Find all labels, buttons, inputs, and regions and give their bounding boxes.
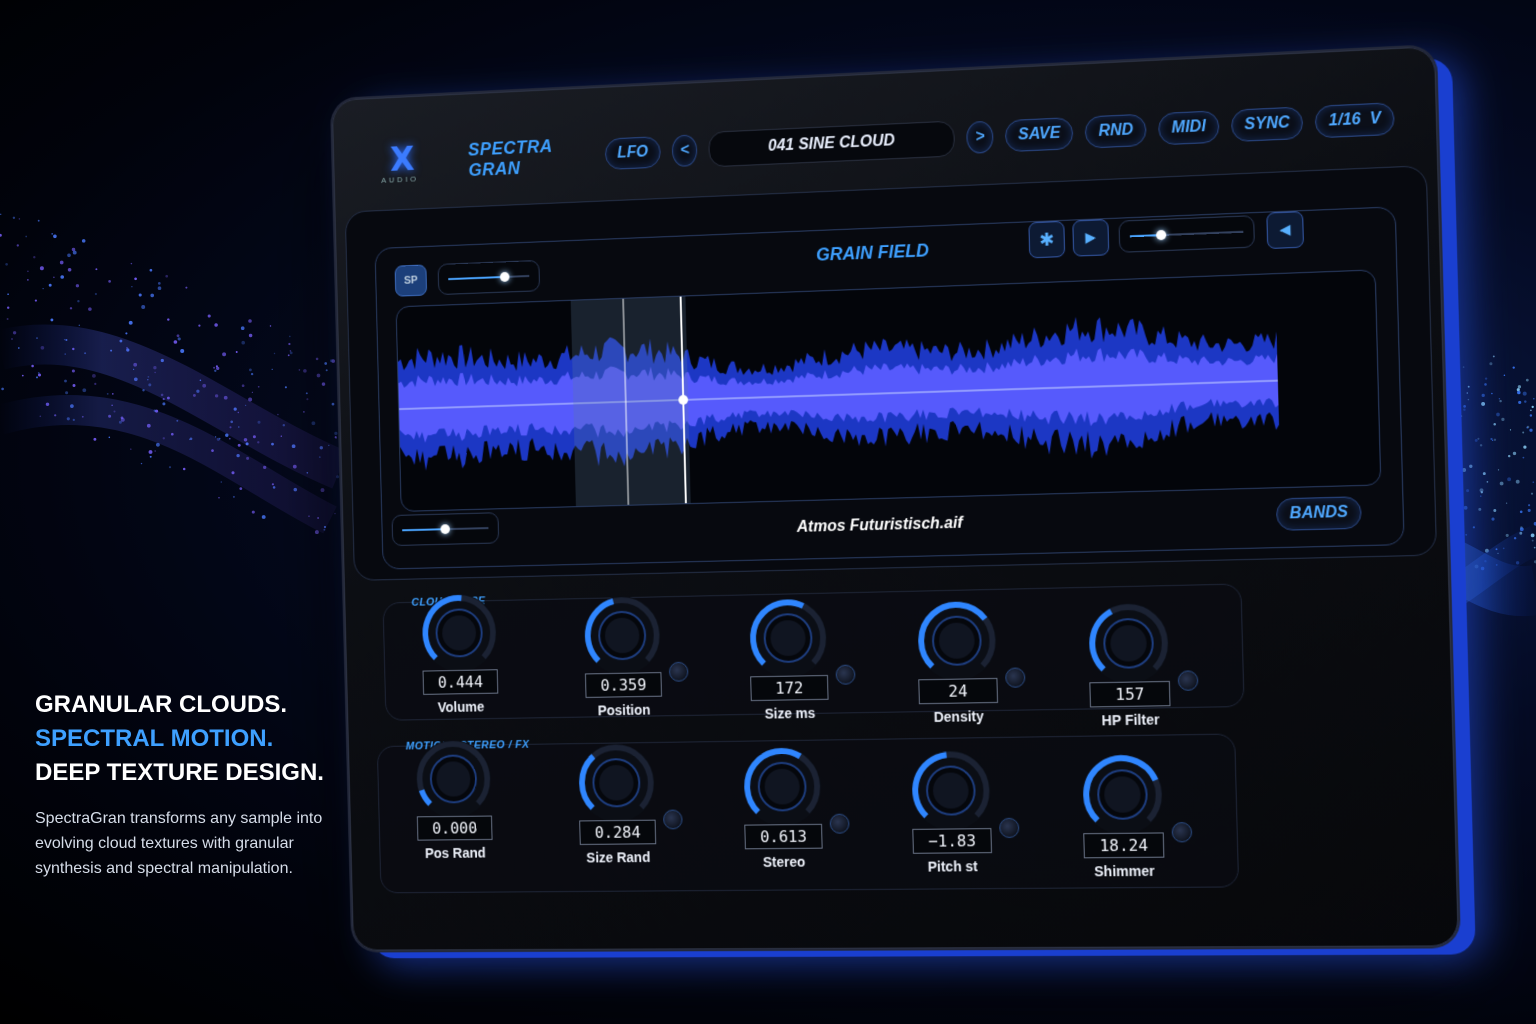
motion-knob-size-rand[interactable]: 0.284 Size Rand (549, 741, 686, 890)
knob-label: Pos Rand (390, 845, 522, 862)
mod-slot-icon[interactable] (835, 665, 855, 685)
mod-slot-icon[interactable] (1172, 822, 1193, 842)
knob-label: Size Rand (551, 849, 685, 866)
knob-label: Stereo (716, 853, 852, 870)
knob-label: Pitch st (884, 858, 1023, 875)
mod-slot-icon[interactable] (663, 810, 683, 830)
tagline: GRANULAR CLOUDS. SPECTRAL MOTION. DEEP T… (35, 688, 324, 790)
grain-field-panel: SP GRAIN FIELD ✱ ▶ ◀ Atmos Futuristisch.… (345, 165, 1437, 581)
motion-knob-stereo[interactable]: 0.613 Stereo (713, 744, 853, 894)
knob-label: HP Filter (1060, 711, 1201, 729)
knob-dial[interactable] (906, 598, 1007, 684)
knob-label: Volume (395, 698, 527, 716)
logo-mark: X (390, 140, 415, 180)
preset-name-display[interactable]: 041 SINE CLOUD (709, 121, 956, 168)
knob-dial[interactable] (738, 595, 837, 680)
cloud_core-knob-hp-filter[interactable]: 157 HP Filter (1057, 600, 1202, 754)
knob-dial[interactable] (406, 737, 502, 820)
knob-value[interactable]: 24 (918, 678, 998, 704)
knob-value[interactable]: 0.000 (417, 816, 493, 841)
cloud_core-knob-position[interactable]: 0.359 Position (554, 593, 691, 743)
rate-value: 1/16 (1329, 111, 1361, 130)
tagline-line-3: DEEP TEXTURE DESIGN. (35, 756, 324, 790)
knob-dial[interactable] (733, 744, 832, 828)
mod-slot-icon[interactable] (1178, 670, 1199, 691)
product-description: SpectraGran transforms any sample into e… (35, 806, 335, 881)
grain-field-inner: SP GRAIN FIELD ✱ ▶ ◀ Atmos Futuristisch.… (375, 206, 1405, 569)
tagline-line-1: GRANULAR CLOUDS. (35, 688, 324, 722)
knob-dial[interactable] (900, 748, 1001, 833)
save-button[interactable]: SAVE (1005, 117, 1074, 152)
cloud_core-knob-volume[interactable]: 0.444 Volume (393, 591, 528, 739)
cloud-core-section: CLOUD CORE 0.444Volume0.359Position172Si… (383, 583, 1245, 720)
mod-slot-icon[interactable] (669, 662, 689, 682)
knob-value[interactable]: 0.359 (585, 672, 662, 698)
knob-label: Density (890, 707, 1029, 725)
logo-sub: AUDIO (381, 174, 419, 184)
midi-button[interactable]: MIDI (1158, 110, 1219, 145)
mod-slot-icon[interactable] (999, 818, 1019, 838)
grain-window[interactable] (571, 296, 691, 506)
knob-label: Position (557, 701, 691, 719)
knob-label: Size ms (722, 704, 858, 722)
knob-value[interactable]: 18.24 (1083, 832, 1164, 858)
knob-value[interactable]: 157 (1089, 681, 1170, 708)
bands-button[interactable]: BANDS (1276, 496, 1362, 531)
knob-value[interactable]: 172 (750, 675, 828, 701)
knob-dial[interactable] (573, 593, 671, 677)
sample-filename: Atmos Futuristisch.aif (383, 503, 1403, 547)
grain-rate-slider[interactable] (1118, 215, 1254, 253)
cloud_core-knob-size-ms[interactable]: 172 Size ms (719, 595, 859, 746)
lfo-button[interactable]: LFO (605, 136, 661, 170)
knob-label: Shimmer (1054, 862, 1195, 879)
random-button[interactable]: RND (1085, 114, 1147, 149)
tagline-line-2: SPECTRAL MOTION. (35, 722, 324, 756)
knob-dial[interactable] (1071, 752, 1174, 838)
prev-preset-button[interactable]: < (672, 134, 698, 167)
knob-dial[interactable] (1077, 600, 1180, 687)
knob-value[interactable]: 0.284 (579, 820, 656, 845)
play-icon[interactable]: ▶ (1072, 219, 1109, 257)
waveform-display[interactable] (396, 269, 1382, 512)
cloud_core-knob-density[interactable]: 24 Density (887, 597, 1029, 749)
knob-dial[interactable] (568, 741, 666, 825)
device-frame: X AUDIO SPECTRA GRAN LFO < 041 SINE CLOU… (332, 46, 1459, 951)
motion-knob-pitch-st[interactable]: −1.83 Pitch st (881, 748, 1023, 899)
x-audio-logo: X AUDIO (371, 139, 433, 188)
next-preset-button[interactable]: > (967, 121, 994, 154)
motion-knob-pos-rand[interactable]: 0.000 Pos Rand (387, 737, 522, 884)
knob-value[interactable]: 0.613 (744, 824, 822, 849)
knob-value[interactable]: 0.444 (423, 669, 499, 695)
waveform-svg (397, 274, 1281, 511)
knob-dial[interactable] (411, 591, 507, 675)
rate-select[interactable]: 1/16 V (1315, 102, 1395, 138)
sync-button[interactable]: SYNC (1231, 106, 1304, 142)
reverse-icon[interactable]: ◀ (1266, 211, 1304, 249)
mod-slot-icon[interactable] (830, 814, 850, 834)
motion-section: MOTION / STEREO / FX 0.000Pos Rand0.284S… (377, 733, 1239, 893)
snowflake-icon[interactable]: ✱ (1028, 221, 1065, 259)
chevron-down-icon: V (1370, 110, 1381, 128)
plugin-window: X AUDIO SPECTRA GRAN LFO < 041 SINE CLOU… (332, 46, 1459, 951)
product-name: SPECTRA GRAN (468, 135, 585, 181)
motion-knob-shimmer[interactable]: 18.24 Shimmer (1051, 751, 1196, 903)
mod-slot-icon[interactable] (1005, 667, 1025, 687)
knob-value[interactable]: −1.83 (912, 828, 992, 854)
